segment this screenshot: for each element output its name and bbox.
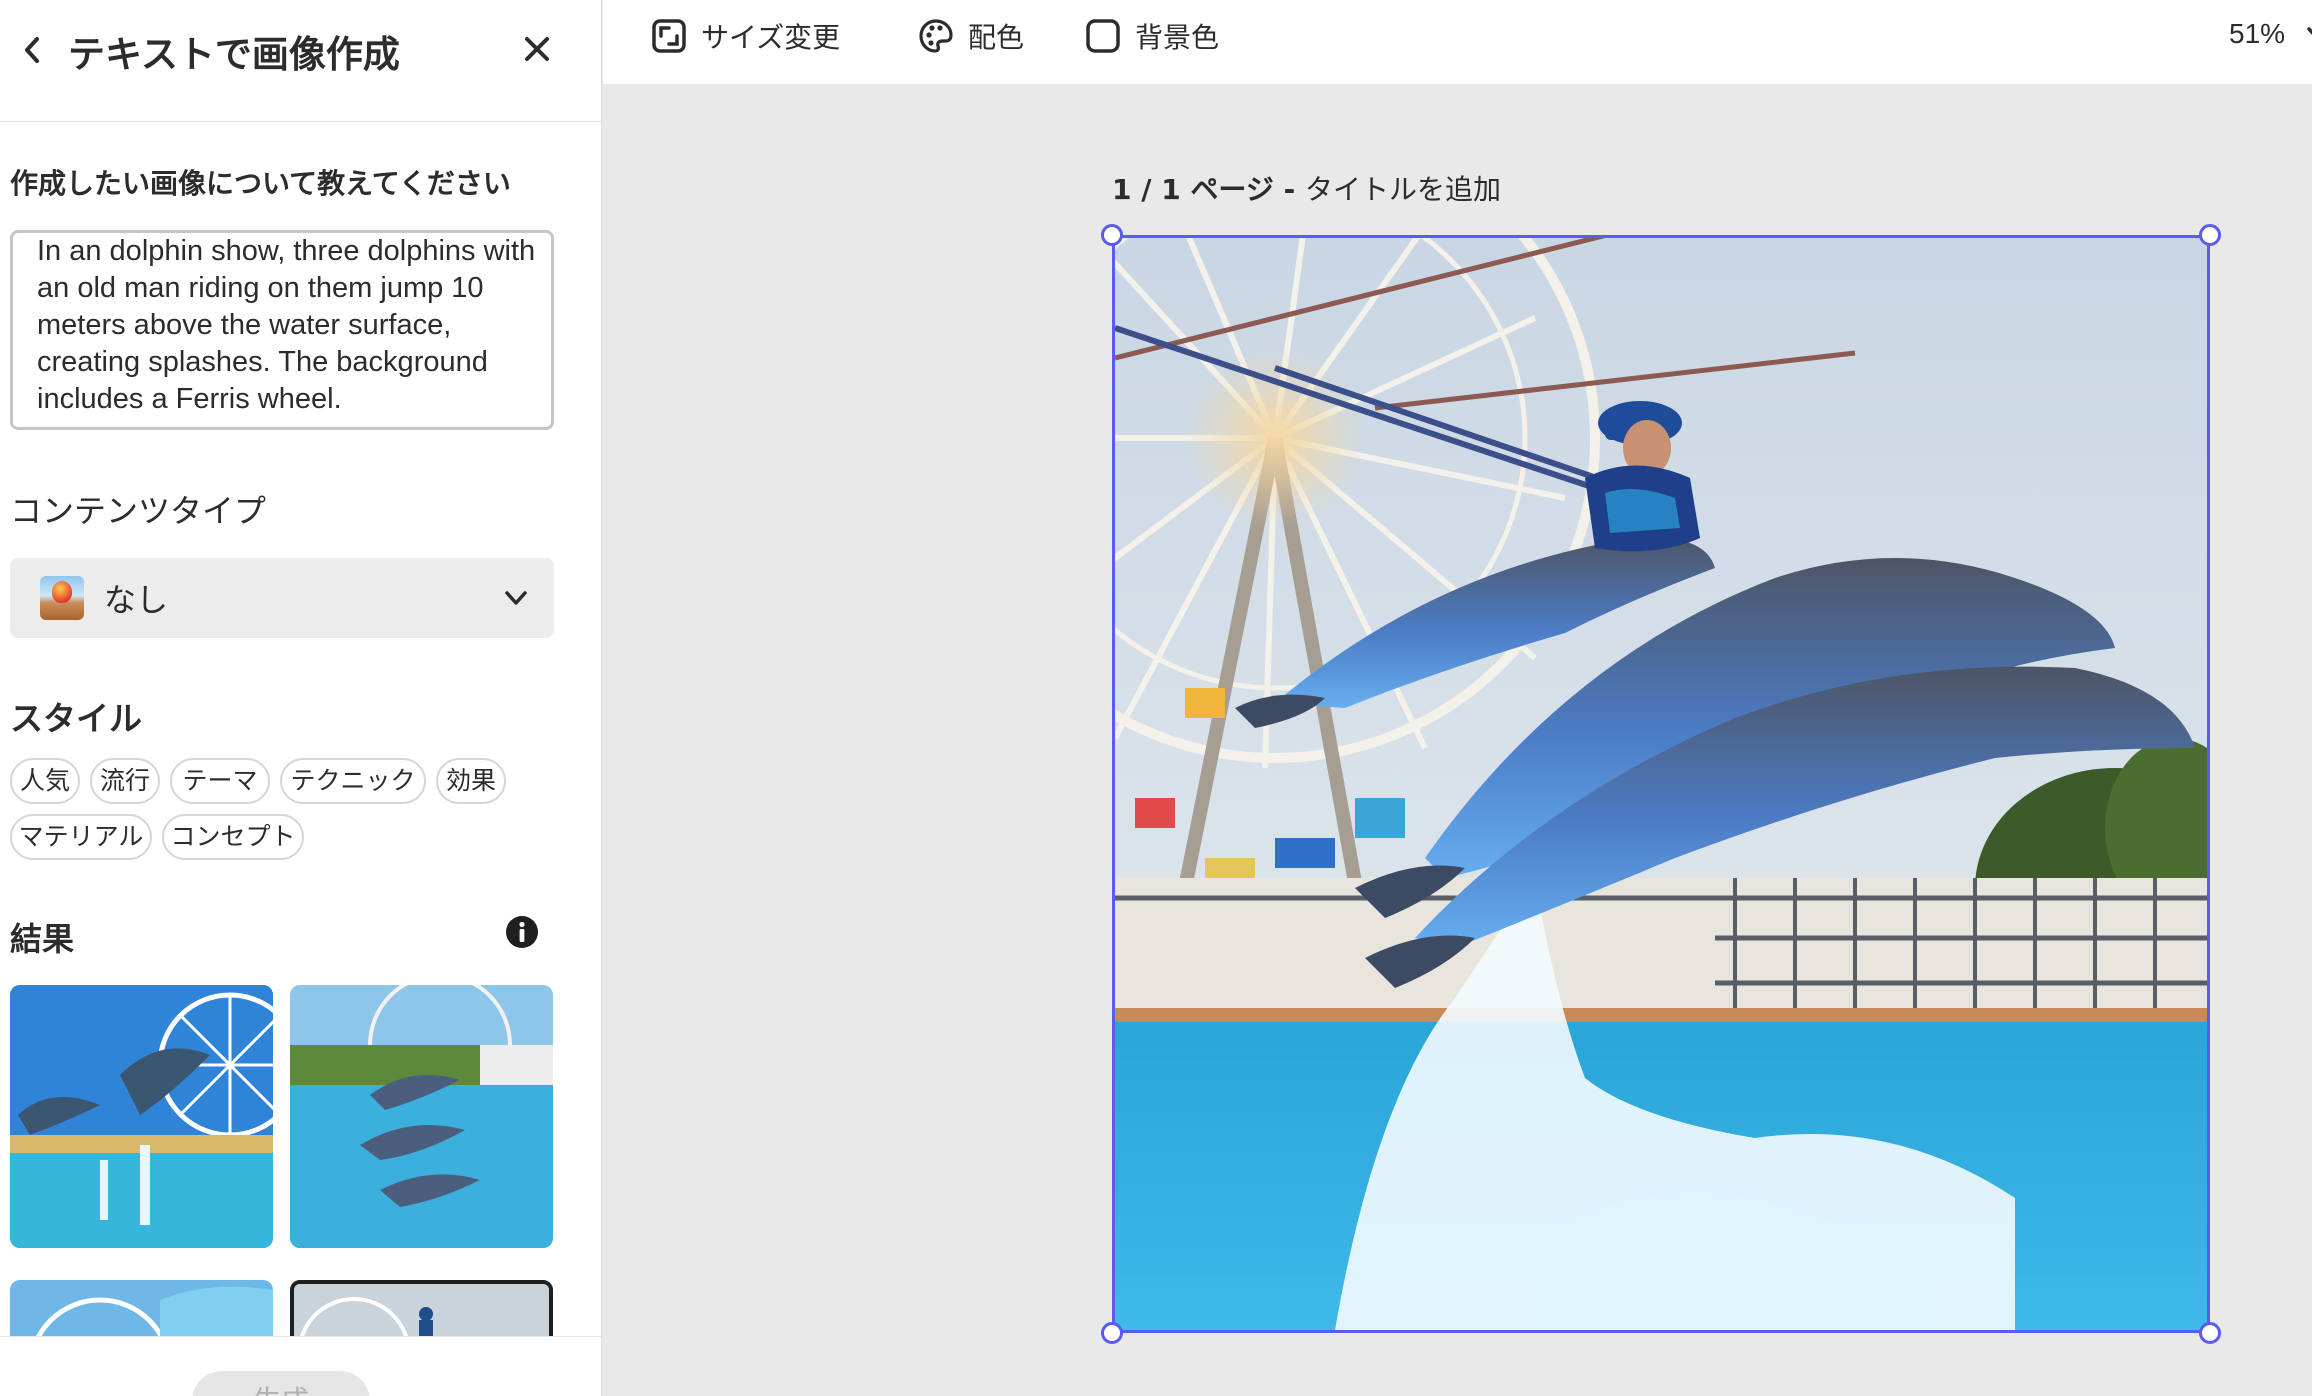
selection-handle-bottom-right[interactable] xyxy=(2199,1322,2221,1344)
style-chip-trending[interactable]: 流行 xyxy=(90,758,160,804)
resize-label: サイズ変更 xyxy=(701,21,841,54)
result-thumbnail-2[interactable] xyxy=(290,985,553,1248)
artboard-image[interactable] xyxy=(1112,235,2210,1333)
resize-button[interactable]: サイズ変更 xyxy=(651,14,840,58)
square-icon xyxy=(1086,19,1120,53)
content-type-dropdown[interactable]: なし xyxy=(10,558,554,638)
content-type-value: なし xyxy=(104,581,169,619)
chevron-down-icon xyxy=(2307,27,2312,35)
color-scheme-button[interactable]: 配色 xyxy=(918,14,1024,58)
style-chip-theme[interactable]: テーマ xyxy=(170,758,270,804)
text-to-image-panel: テキストで画像作成 作成したい画像について教えてください In an dolph… xyxy=(0,0,602,1396)
selection-handle-top-right[interactable] xyxy=(2199,224,2221,246)
style-chip-technique[interactable]: テクニック xyxy=(280,758,426,804)
resize-icon xyxy=(652,19,686,53)
page-header: 1 / 1 ページ - タイトルを追加 xyxy=(1112,168,1501,208)
background-color-button[interactable]: 背景色 xyxy=(1085,14,1219,58)
zoom-value: 51% xyxy=(2229,18,2286,49)
page-title-input[interactable]: タイトルを追加 xyxy=(1305,173,1501,206)
back-button[interactable] xyxy=(12,30,52,70)
style-chip-material[interactable]: マテリアル xyxy=(10,814,152,860)
close-button[interactable] xyxy=(516,28,558,70)
zoom-dropdown[interactable]: 51% xyxy=(2229,18,2312,50)
style-label: スタイル xyxy=(10,699,142,738)
panel-header: テキストで画像作成 xyxy=(0,0,601,122)
style-chip-concept[interactable]: コンセプト xyxy=(162,814,304,860)
info-icon[interactable] xyxy=(504,914,540,950)
editor-toolbar: サイズ変更 配色 背景色 51% xyxy=(603,0,2312,84)
page-counter: 1 / 1 ページ - xyxy=(1112,173,1305,206)
selection-handle-top-left[interactable] xyxy=(1101,224,1123,246)
content-type-thumbnail xyxy=(40,576,84,620)
generated-image xyxy=(1115,238,2207,1330)
selection-handle-bottom-left[interactable] xyxy=(1101,1322,1123,1344)
background-color-label: 背景色 xyxy=(1135,21,1220,54)
result-thumbnail-1[interactable] xyxy=(10,985,273,1248)
panel-footer: 生成 xyxy=(0,1336,601,1396)
chevron-down-icon xyxy=(505,591,527,605)
close-icon xyxy=(525,37,549,61)
generate-button[interactable]: 生成 xyxy=(192,1371,370,1396)
content-type-label: コンテンツタイプ xyxy=(10,492,267,530)
style-chip-effect[interactable]: 効果 xyxy=(436,758,506,804)
color-scheme-label: 配色 xyxy=(968,21,1025,54)
chevron-left-icon xyxy=(25,37,39,63)
results-label: 結果 xyxy=(10,920,75,958)
style-chip-popular[interactable]: 人気 xyxy=(10,758,80,804)
prompt-label: 作成したい画像について教えてください xyxy=(10,167,511,200)
prompt-input[interactable]: In an dolphin show, three dolphins with … xyxy=(10,230,554,430)
palette-icon xyxy=(919,19,953,53)
panel-title: テキストで画像作成 xyxy=(68,33,400,76)
